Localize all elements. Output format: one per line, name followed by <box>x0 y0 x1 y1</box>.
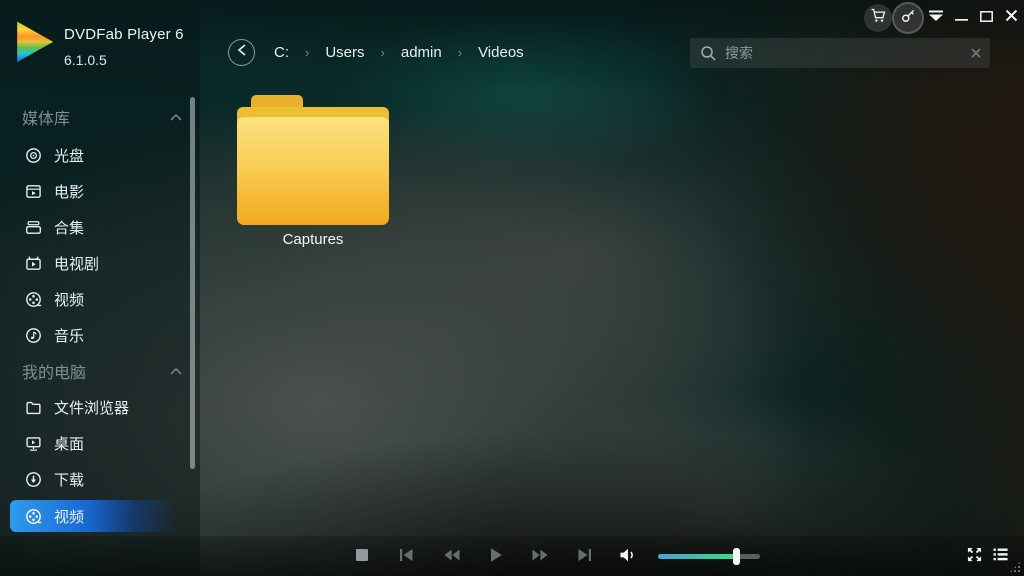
sidebar-item-label: 电视剧 <box>54 253 99 274</box>
film-reel-icon <box>25 291 42 308</box>
volume-handle[interactable] <box>733 548 740 565</box>
sidebar-item-music[interactable]: 音乐 <box>0 317 200 353</box>
sidebar-scrollbar[interactable] <box>190 97 195 469</box>
close-button[interactable] <box>1000 8 1022 28</box>
store-button[interactable] <box>864 4 892 32</box>
chevron-left-icon <box>237 43 247 62</box>
sidebar-item-tv-shows[interactable]: 电视剧 <box>0 245 200 281</box>
key-icon <box>900 7 917 29</box>
breadcrumb-item-users[interactable]: Users <box>321 42 368 63</box>
rewind-icon <box>443 548 461 565</box>
sidebar-section-my-computer[interactable]: 我的电脑 <box>22 360 182 382</box>
breadcrumb: C: › Users › admin › Videos <box>270 42 528 63</box>
chevron-up-icon <box>170 362 182 380</box>
tv-icon <box>25 255 42 272</box>
breadcrumb-item-videos[interactable]: Videos <box>474 42 528 63</box>
folder-front <box>237 117 389 225</box>
sidebar-item-label: 音乐 <box>54 325 84 346</box>
stop-icon <box>355 548 369 565</box>
back-button[interactable] <box>228 39 255 66</box>
collection-icon <box>25 219 42 236</box>
search-icon <box>700 45 717 62</box>
skip-next-icon <box>577 548 592 565</box>
maximize-button[interactable] <box>975 8 997 28</box>
app-title: DVDFab Player 6 <box>64 26 184 43</box>
playlist-button[interactable] <box>985 536 1015 576</box>
music-icon <box>25 327 42 344</box>
shopping-cart-icon <box>870 7 887 29</box>
main-menu-button[interactable] <box>925 8 947 28</box>
play-button[interactable] <box>481 536 511 576</box>
sidebar-item-label: 光盘 <box>54 145 84 166</box>
folder-label: Captures <box>237 231 389 248</box>
breadcrumb-item-drive[interactable]: C: <box>270 42 293 63</box>
folder-large-icon <box>237 95 389 225</box>
previous-button[interactable] <box>391 536 421 576</box>
sidebar-item-label: 下载 <box>54 469 84 490</box>
sidebar-item-label: 视频 <box>54 506 84 527</box>
skip-previous-icon <box>399 548 414 565</box>
breadcrumb-item-admin[interactable]: admin <box>397 42 446 63</box>
play-icon <box>489 547 503 566</box>
volume-icon <box>619 547 637 566</box>
sidebar-item-label: 桌面 <box>54 433 84 454</box>
desktop-icon <box>25 435 42 452</box>
sidebar-item-file-browser[interactable]: 文件浏览器 <box>0 389 200 425</box>
section-label: 媒体库 <box>22 105 70 129</box>
sidebar-item-label: 电影 <box>54 181 84 202</box>
sidebar-item-videos-library[interactable]: 视频 <box>0 281 200 317</box>
close-icon <box>1005 9 1018 27</box>
sidebar-item-desktop[interactable]: 桌面 <box>0 425 200 461</box>
app-branding: DVDFab Player 6 6.1.0.5 <box>14 20 184 68</box>
breadcrumb-separator-icon: › <box>293 45 321 60</box>
movie-icon <box>25 183 42 200</box>
app-window: DVDFab Player 6 6.1.0.5 媒体库 光盘 电影 <box>0 0 1024 576</box>
search-bar <box>690 38 990 68</box>
breadcrumb-separator-icon: › <box>446 45 474 60</box>
volume-fill <box>658 554 736 559</box>
sidebar-item-movies[interactable]: 电影 <box>0 173 200 209</box>
search-clear-icon[interactable] <box>970 47 982 59</box>
download-icon <box>25 471 42 488</box>
sidebar: DVDFab Player 6 6.1.0.5 媒体库 光盘 电影 <box>0 0 200 576</box>
rewind-button[interactable] <box>437 536 467 576</box>
stop-button[interactable] <box>347 536 377 576</box>
minimize-icon <box>955 9 968 27</box>
disc-icon <box>25 147 42 164</box>
chevron-up-icon <box>170 108 182 126</box>
breadcrumb-separator-icon: › <box>369 45 397 60</box>
folder-item-captures[interactable]: Captures <box>237 95 389 248</box>
maximize-icon <box>980 9 993 27</box>
license-key-button[interactable] <box>894 4 922 32</box>
sidebar-item-collections[interactable]: 合集 <box>0 209 200 245</box>
next-button[interactable] <box>569 536 599 576</box>
sidebar-section-media-library[interactable]: 媒体库 <box>22 106 182 128</box>
search-input[interactable] <box>725 45 970 61</box>
sidebar-item-label: 合集 <box>54 217 84 238</box>
sidebar-item-disc[interactable]: 光盘 <box>0 137 200 173</box>
playback-bar <box>0 536 1024 576</box>
section-label: 我的电脑 <box>22 359 86 383</box>
film-reel-icon <box>25 508 42 525</box>
minimize-button[interactable] <box>950 8 972 28</box>
fullscreen-icon <box>967 547 982 565</box>
app-version: 6.1.0.5 <box>64 52 184 68</box>
playlist-icon <box>993 548 1008 564</box>
fast-forward-icon <box>531 548 549 565</box>
sidebar-item-label: 视频 <box>54 289 84 310</box>
app-logo-icon <box>14 20 54 62</box>
volume-button[interactable] <box>613 536 643 576</box>
sidebar-item-videos-selected[interactable]: 视频 <box>0 498 200 534</box>
sidebar-item-label: 文件浏览器 <box>54 397 129 418</box>
sidebar-item-downloads[interactable]: 下载 <box>0 461 200 497</box>
folder-icon <box>25 399 42 416</box>
volume-slider[interactable] <box>658 554 760 559</box>
fast-forward-button[interactable] <box>525 536 555 576</box>
menu-dropdown-icon <box>928 9 944 27</box>
